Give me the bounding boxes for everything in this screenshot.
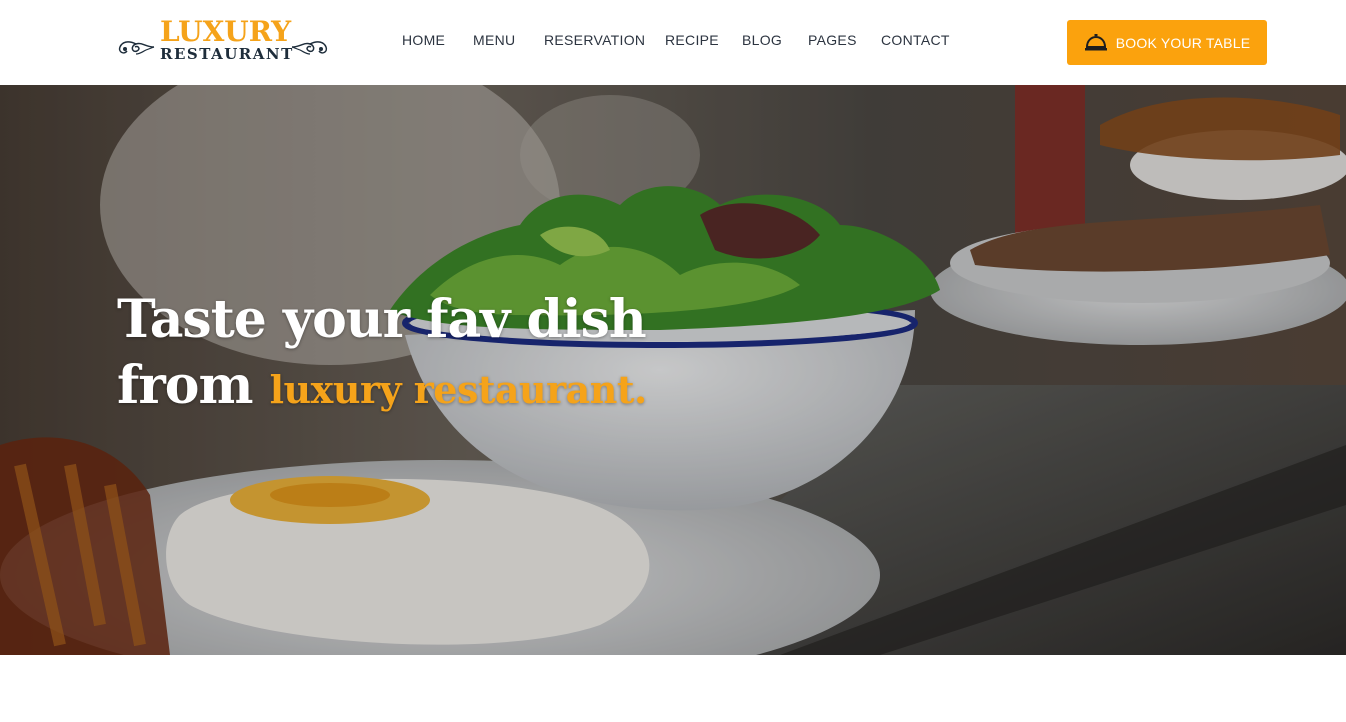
page-content-area xyxy=(0,655,1346,722)
nav-contact[interactable]: CONTACT xyxy=(881,30,950,50)
hero-banner: Taste your fav dish from luxury restaura… xyxy=(0,85,1346,655)
hero-heading-prefix: from xyxy=(117,355,253,416)
brand-name-top: LUXURY xyxy=(160,15,292,48)
nav-recipe[interactable]: RECIPE xyxy=(665,30,719,50)
book-table-button[interactable]: BOOK YOUR TABLE xyxy=(1067,20,1267,65)
hero-heading-accent: luxury restaurant. xyxy=(269,367,648,412)
book-table-label: BOOK YOUR TABLE xyxy=(1115,34,1251,51)
hero-heading-line1: Taste your fav dish xyxy=(117,289,647,350)
brand-name-bottom: RESTAURANT xyxy=(160,45,294,63)
flourish-left-icon xyxy=(118,41,155,55)
brand-logo[interactable]: LUXURY RESTAURANT xyxy=(116,16,330,66)
nav-pages[interactable]: PAGES xyxy=(808,30,857,50)
site-header: LUXURY RESTAURANT HOME MENU RESERVATION … xyxy=(0,0,1346,85)
nav-blog[interactable]: BLOG xyxy=(742,30,782,50)
flourish-right-icon xyxy=(291,41,328,55)
hero-heading-line2: from luxury restaurant. xyxy=(117,353,817,423)
service-bell-icon xyxy=(1084,33,1107,50)
nav-home[interactable]: HOME xyxy=(402,30,445,50)
nav-reservation[interactable]: RESERVATION xyxy=(544,30,645,50)
hero-heading: Taste your fav dish from luxury restaura… xyxy=(117,287,817,423)
nav-menu[interactable]: MENU xyxy=(473,30,515,50)
